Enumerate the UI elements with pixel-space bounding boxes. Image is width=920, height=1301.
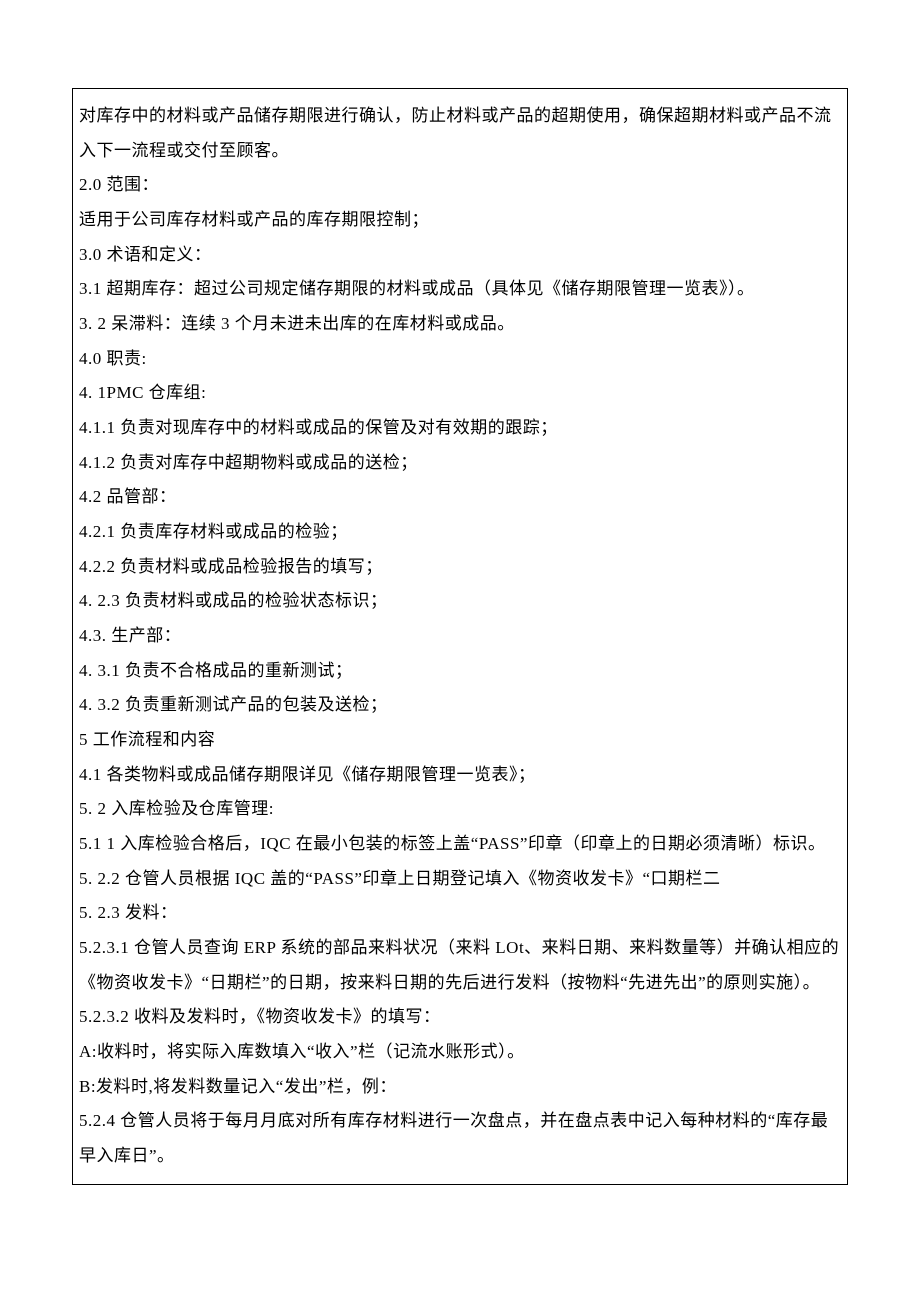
paragraph: 3. 2 呆滞料：连续 3 个月未进未出库的在库材料或成品。	[79, 307, 841, 342]
paragraph: 4. 2.3 负责材料或成品的检验状态标识；	[79, 584, 841, 619]
paragraph: B:发料时,将发料数量记入“发出”栏，例：	[79, 1070, 841, 1105]
paragraph: 4.0 职责:	[79, 342, 841, 377]
paragraph: 3.1 超期库存：超过公司规定储存期限的材料或成品（具体见《储存期限管理一览表》…	[79, 272, 841, 307]
document-page: 对库存中的材料或产品储存期限进行确认，防止材料或产品的超期使用，确保超期材料或产…	[0, 0, 920, 1245]
paragraph: 4.2 品管部：	[79, 480, 841, 515]
paragraph: 3.0 术语和定义：	[79, 238, 841, 273]
content-box: 对库存中的材料或产品储存期限进行确认，防止材料或产品的超期使用，确保超期材料或产…	[72, 88, 848, 1185]
paragraph: 对库存中的材料或产品储存期限进行确认，防止材料或产品的超期使用，确保超期材料或产…	[79, 99, 841, 168]
paragraph: 4.3. 生产部：	[79, 619, 841, 654]
paragraph: 4. 3.2 负责重新测试产品的包装及送检；	[79, 688, 841, 723]
paragraph: 4.1.2 负责对库存中超期物料或成品的送检；	[79, 446, 841, 481]
paragraph: 4.1 各类物料或成品储存期限详见《储存期限管理一览表》；	[79, 758, 841, 793]
paragraph: 4. 3.1 负责不合格成品的重新测试；	[79, 654, 841, 689]
paragraph: 5.2.3.1 仓管人员查询 ERP 系统的部品来料状况（来料 LOt、来料日期…	[79, 931, 841, 1000]
paragraph: 2.0 范围：	[79, 168, 841, 203]
paragraph: 4.2.1 负责库存材料或成品的检验；	[79, 515, 841, 550]
paragraph: 5.2.3.2 收料及发料时，《物资收发卡》的填写：	[79, 1000, 841, 1035]
paragraph: 5.2.4 仓管人员将于每月月底对所有库存材料进行一次盘点，并在盘点表中记入每种…	[79, 1104, 841, 1173]
paragraph: A:收料时，将实际入库数填入“收入”栏（记流水账形式）。	[79, 1035, 841, 1070]
paragraph: 5. 2.3 发料：	[79, 896, 841, 931]
paragraph: 5.1 1 入库检验合格后，IQC 在最小包装的标签上盖“PASS”印章（印章上…	[79, 827, 841, 862]
paragraph: 4.1.1 负责对现库存中的材料或成品的保管及对有效期的跟踪；	[79, 411, 841, 446]
paragraph: 5. 2 入库检验及仓库管理:	[79, 792, 841, 827]
paragraph: 4. 1PMC 仓库组:	[79, 376, 841, 411]
paragraph: 5 工作流程和内容	[79, 723, 841, 758]
paragraph: 5. 2.2 仓管人员根据 IQC 盖的“PASS”印章上日期登记填入《物资收发…	[79, 862, 841, 897]
paragraph: 适用于公司库存材料或产品的库存期限控制；	[79, 203, 841, 238]
paragraph: 4.2.2 负责材料或成品检验报告的填写；	[79, 550, 841, 585]
